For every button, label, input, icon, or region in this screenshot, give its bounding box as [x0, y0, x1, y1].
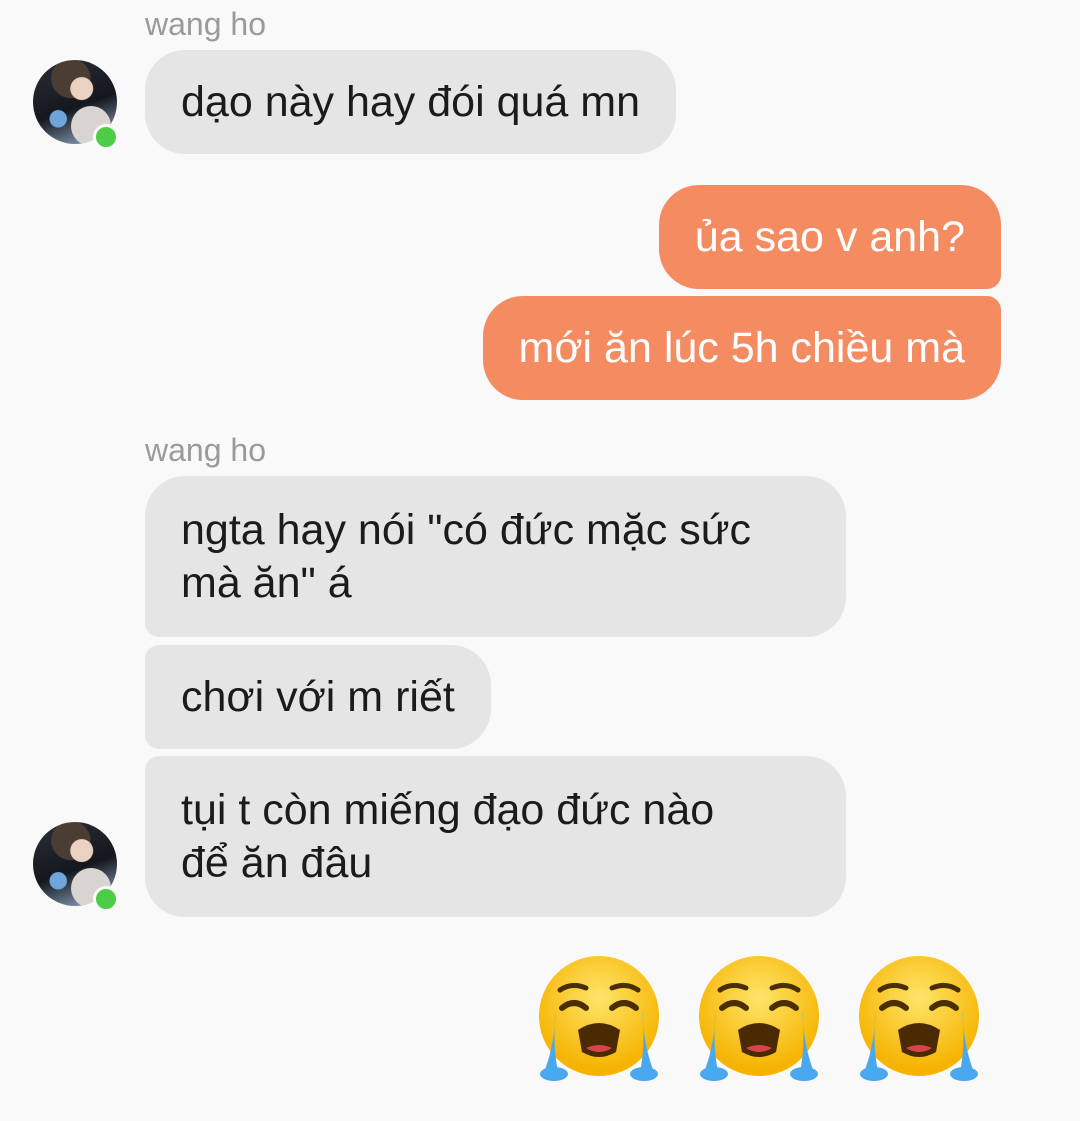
online-status-dot	[93, 886, 119, 912]
message-bubble-outgoing[interactable]: mới ăn lúc 5h chiều mà	[482, 296, 1001, 400]
message-bubble-incoming[interactable]: dạo này hay đói quá mn	[145, 50, 676, 154]
message-bubble-incoming[interactable]: chơi với m riết	[145, 645, 491, 749]
message-bubble-outgoing[interactable]: ủa sao v anh?	[658, 185, 1001, 289]
loudly-crying-face-icon[interactable]	[532, 952, 666, 1086]
chat-screen: wang ho dạo này hay đói quá mn ủa sao v …	[0, 0, 1080, 1121]
message-bubble-incoming[interactable]: ngta hay nói "có đức mặc sức mà ăn" á	[145, 476, 846, 637]
sender-name: wang ho	[145, 6, 266, 42]
online-status-dot	[93, 124, 119, 150]
message-bubble-incoming[interactable]: tụi t còn miếng đạo đức nào để ăn đâu	[145, 756, 846, 917]
loudly-crying-face-icon[interactable]	[692, 952, 826, 1086]
sender-name: wang ho	[145, 432, 266, 468]
emoji-reaction-row	[532, 952, 986, 1086]
loudly-crying-face-icon[interactable]	[852, 952, 986, 1086]
